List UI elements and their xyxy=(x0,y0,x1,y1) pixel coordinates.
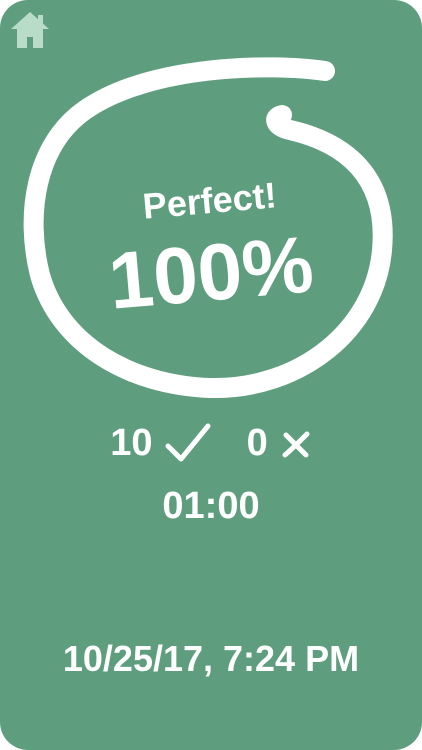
result-message: Perfect! xyxy=(141,174,278,227)
cross-icon xyxy=(280,427,312,459)
correct-count: 10 xyxy=(110,421,153,464)
answer-stats: 10 0 xyxy=(0,415,422,471)
elapsed-time: 01:00 xyxy=(162,485,260,527)
score-percent: 100% xyxy=(105,219,317,325)
results-screen: Perfect! 100% 10 0 01:00 10/25/17, 7:24 … xyxy=(0,0,422,750)
score-badge: Perfect! 100% xyxy=(20,55,400,400)
result-timestamp: 10/25/17, 7:24 PM xyxy=(62,638,360,679)
incorrect-stat: 0 xyxy=(247,422,312,465)
checkmark-icon xyxy=(165,422,211,464)
home-icon xyxy=(11,12,49,48)
correct-stat: 10 xyxy=(110,421,211,465)
incorrect-count: 0 xyxy=(246,421,268,464)
home-button[interactable] xyxy=(8,8,52,52)
score-circle: Perfect! 100% xyxy=(23,57,393,399)
